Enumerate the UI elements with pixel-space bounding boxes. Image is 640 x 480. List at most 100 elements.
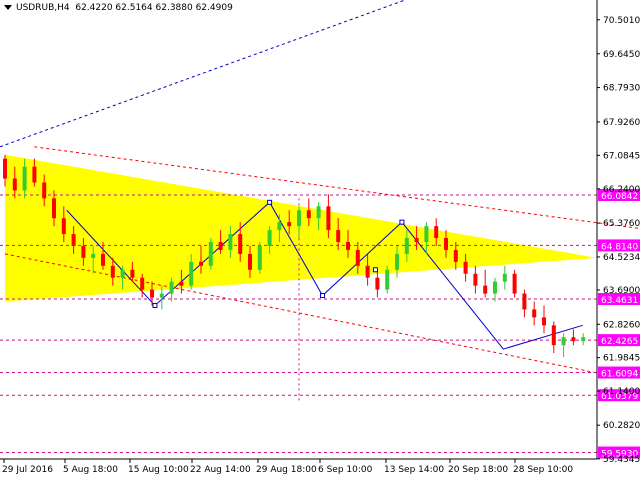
candle-body <box>120 269 125 278</box>
candle-body <box>316 206 321 219</box>
candle-body <box>179 281 184 286</box>
candle-body <box>42 182 47 199</box>
candle-body <box>81 245 86 258</box>
candle-body <box>277 222 282 231</box>
price-tick-label: 61.9845 <box>603 354 640 364</box>
candle-body <box>218 241 223 250</box>
candle-body <box>346 241 350 250</box>
candle-body <box>306 210 311 219</box>
level-label: 61.6094 <box>601 370 638 380</box>
long-trend-line <box>0 0 406 148</box>
candle-body <box>61 218 66 235</box>
time-tick-label: 15 Aug 10:00 <box>128 465 189 475</box>
candle-body <box>414 238 419 242</box>
candle-body <box>12 178 17 191</box>
candle-body <box>581 337 586 342</box>
candle-body <box>228 234 233 250</box>
candle-body <box>189 261 194 286</box>
candle-body <box>453 249 458 262</box>
candle-body <box>395 253 399 270</box>
level-label: 64.8140 <box>601 242 638 252</box>
price-tick-label: 63.6900 <box>603 286 640 296</box>
candle-body <box>542 317 546 326</box>
candle-body <box>248 253 252 270</box>
price-tick-label: 59.4345 <box>603 455 640 465</box>
chart-area[interactable]: 66.0842 64.8140 63.4631 62.4265 61.6094 61.03… <box>0 0 640 480</box>
price-tick-label: 66.2400 <box>603 185 640 195</box>
symbol-header: USDRUB,H4 62.4220 62.5164 62.3880 62.490… <box>4 3 233 13</box>
candle-body <box>551 325 556 346</box>
swing-point-marker <box>399 219 405 225</box>
swing-point-marker <box>372 267 378 273</box>
time-tick-label: 6 Sep 10:00 <box>318 465 373 475</box>
time-tick-label: 20 Sep 18:00 <box>448 465 508 475</box>
candle-body <box>208 241 213 266</box>
candle-body <box>444 238 448 250</box>
candle-body <box>238 234 243 254</box>
candle-body <box>257 245 262 270</box>
candle-body <box>32 166 37 183</box>
candle-body <box>159 293 164 298</box>
level-label: 63.4631 <box>601 296 638 306</box>
candle-body <box>404 238 409 254</box>
dropdown-arrow-icon[interactable] <box>4 5 12 10</box>
swing-point-marker <box>320 293 326 299</box>
candle-body <box>267 230 272 246</box>
candle-body <box>424 226 429 242</box>
candle-body <box>375 277 380 290</box>
candle-body <box>287 222 292 227</box>
price-tick-label: 68.7930 <box>603 84 640 94</box>
candle-body <box>326 206 331 231</box>
swing-point-marker <box>267 199 273 205</box>
swing-point-marker <box>152 302 158 308</box>
candle-body <box>493 281 497 294</box>
symbol-label: USDRUB,H4 <box>16 3 70 13</box>
candle-body <box>140 277 145 290</box>
triangle-pattern <box>5 154 597 302</box>
candle-body <box>561 337 566 346</box>
price-chart[interactable]: 66.084264.814063.463162.426561.609461.03… <box>0 0 640 480</box>
candle-body <box>71 234 76 246</box>
candle-body <box>512 273 517 294</box>
price-tick-label: 61.1400 <box>603 387 640 397</box>
time-tick-label: 22 Aug 14:00 <box>190 465 251 475</box>
candle-body <box>483 285 488 294</box>
candle-body <box>52 198 56 219</box>
price-tick-label: 70.5010 <box>603 16 640 26</box>
candle-body <box>199 261 203 266</box>
candle-body <box>522 293 527 310</box>
candle-body <box>365 265 370 278</box>
candle-body <box>336 230 341 242</box>
time-tick-label: 13 Sep 14:00 <box>384 465 444 475</box>
candle-body <box>385 269 390 290</box>
candle-body <box>169 281 174 294</box>
candle-body <box>502 273 507 282</box>
candle-body <box>532 309 537 318</box>
candle-body <box>297 210 301 227</box>
price-tick-label: 69.6450 <box>603 50 640 60</box>
price-tick-label: 67.0845 <box>603 151 640 161</box>
time-tick-label: 5 Aug 18:00 <box>63 465 118 475</box>
candle-body <box>463 261 468 274</box>
price-tick-label: 67.9260 <box>603 118 640 128</box>
time-tick-label: 29 Aug 18:00 <box>256 465 317 475</box>
time-tick-label: 28 Sep 10:00 <box>513 465 573 475</box>
candle-body <box>434 226 439 239</box>
candle-body <box>571 337 576 342</box>
price-tick-label: 65.3760 <box>603 219 640 229</box>
candle-body <box>101 253 105 266</box>
ohlc-readout: 62.4220 62.5164 62.3880 62.4909 <box>75 3 233 13</box>
candle-body <box>3 158 7 179</box>
price-tick-label: 62.8260 <box>603 320 640 330</box>
level-label: 62.4265 <box>601 337 638 347</box>
candle-body <box>473 273 478 286</box>
candle-body <box>22 166 27 191</box>
candle-body <box>355 249 360 266</box>
price-tick-label: 60.2820 <box>603 421 640 431</box>
candle-body <box>110 265 115 278</box>
candle-body <box>150 289 154 298</box>
time-tick-label: 29 Jul 2016 <box>2 465 53 475</box>
candle-body <box>130 269 135 278</box>
candle-body <box>91 253 96 258</box>
price-tick-label: 64.5234 <box>603 253 640 263</box>
